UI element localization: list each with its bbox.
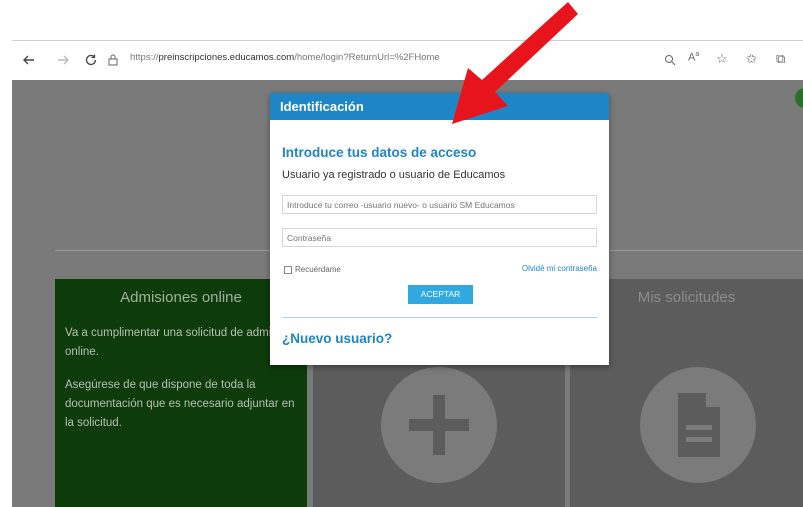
url-path: /home/login?ReturnUrl=%2FHome	[294, 52, 440, 63]
remember-label: Recuérdame	[295, 265, 341, 274]
address-bar[interactable]: https://preinscripciones.educamos.com/ho…	[130, 52, 440, 63]
login-modal: Identificación Introduce tus datos de ac…	[270, 93, 609, 365]
back-button[interactable]	[18, 49, 40, 71]
back-arrow-icon	[23, 55, 34, 65]
username-input[interactable]	[282, 195, 597, 214]
modal-subtitle: Usuario ya registrado o usuario de Educa…	[282, 169, 506, 181]
red-arrow-annotation	[452, 2, 578, 124]
refresh-button[interactable]	[80, 49, 102, 71]
collections-icon[interactable]: ⧉	[776, 51, 785, 67]
modal-divider	[282, 317, 597, 318]
forward-button[interactable]	[52, 49, 74, 71]
remember-me[interactable]: Recuérdame	[284, 265, 341, 274]
lock-icon	[108, 53, 118, 71]
search-icon[interactable]	[664, 53, 676, 71]
password-input[interactable]	[282, 228, 597, 247]
refresh-icon	[85, 54, 97, 66]
add-favorite-icon[interactable]: ☆	[716, 51, 728, 67]
document-icon	[678, 393, 720, 457]
plus-icon	[409, 395, 469, 455]
document-circle	[640, 367, 756, 483]
url-domain: preinscripciones.educamos.com	[158, 52, 295, 63]
forgot-password-link[interactable]: Olvidé mi contraseña	[522, 264, 597, 273]
admissions-text-2: Asegúrese de que dispone de toda la docu…	[65, 379, 295, 429]
browser-toolbar: https://preinscripciones.educamos.com/ho…	[12, 40, 803, 81]
new-user-link[interactable]: ¿Nuevo usuario?	[282, 331, 392, 346]
favorites-icon[interactable]: ✩	[746, 51, 757, 67]
plus-circle	[381, 367, 497, 483]
url-prefix: https://	[130, 52, 159, 63]
accept-button[interactable]: ACEPTAR	[408, 285, 473, 304]
remember-checkbox[interactable]	[284, 265, 292, 274]
admissions-text-1: Va a cumplimentar una solicitud de admis…	[65, 327, 293, 358]
read-aloud-icon[interactable]: Aa	[688, 51, 699, 64]
forward-arrow-icon	[58, 55, 69, 65]
modal-title: Introduce tus datos de acceso	[282, 145, 477, 160]
